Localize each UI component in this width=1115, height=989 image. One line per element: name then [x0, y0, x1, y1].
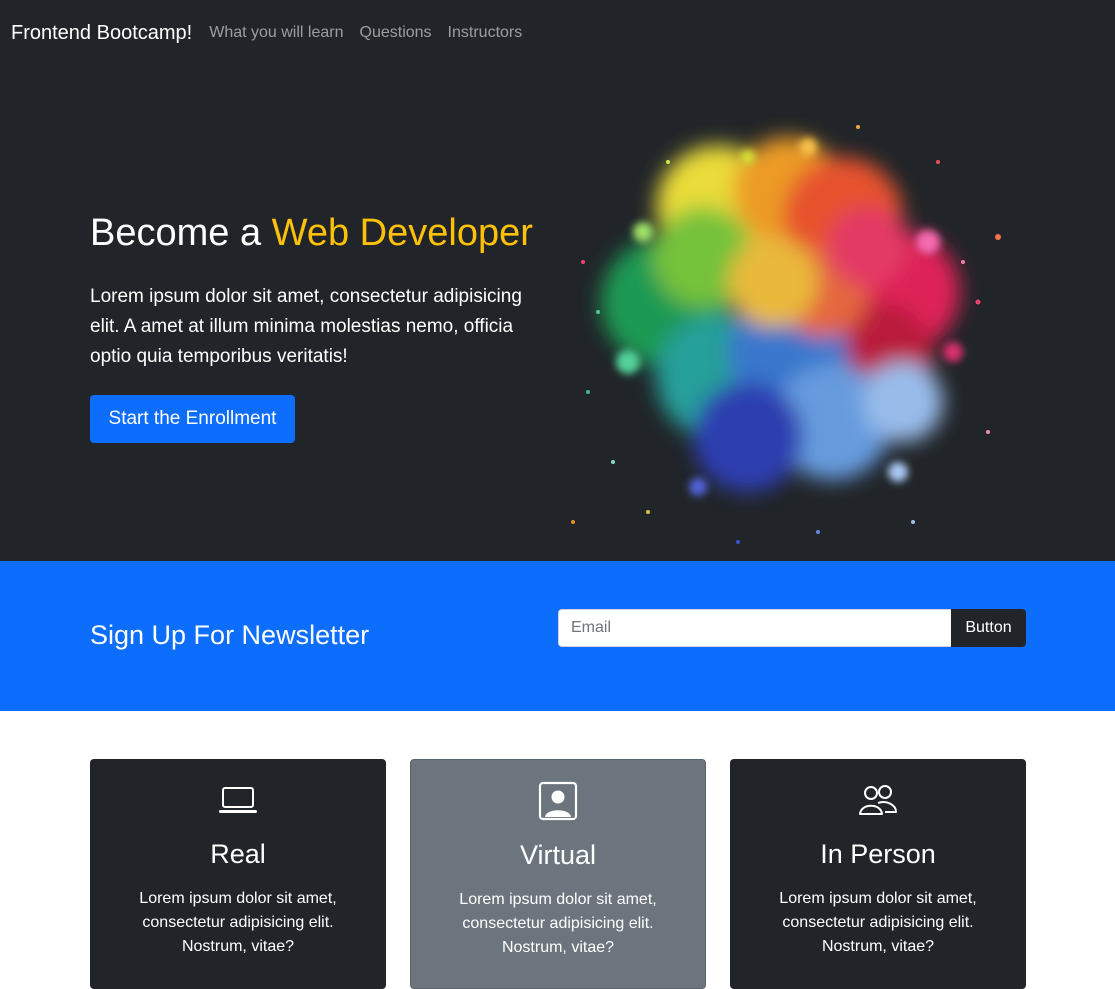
- card-virtual: Virtual Lorem ipsum dolor sit amet, cons…: [410, 759, 706, 989]
- email-input[interactable]: [558, 609, 951, 647]
- card-text: Lorem ipsum dolor sit amet, consectetur …: [139, 890, 337, 955]
- card-real: Real Lorem ipsum dolor sit amet, consect…: [90, 759, 386, 989]
- hero-section: Become a Web Developer Lorem ipsum dolor…: [0, 66, 1115, 561]
- navbar: Frontend Bootcamp! What you will learn Q…: [0, 0, 1115, 66]
- nav-link-instructors[interactable]: Instructors: [448, 24, 523, 42]
- hero-title-prefix: Become a: [90, 212, 262, 254]
- hero-title-accent: Web Developer: [271, 212, 533, 254]
- newsletter-section: Sign Up For Newsletter Button: [0, 561, 1115, 711]
- laptop-icon: [219, 787, 257, 813]
- card-text: Lorem ipsum dolor sit amet, consectetur …: [459, 891, 657, 956]
- card-title: Real: [210, 839, 266, 869]
- card-text: Lorem ipsum dolor sit amet, consectetur …: [779, 890, 977, 955]
- card-title: Virtual: [519, 840, 597, 870]
- hero-description: Lorem ipsum dolor sit amet, consectetur …: [90, 286, 522, 367]
- newsletter-submit-button[interactable]: Button: [951, 609, 1026, 647]
- paint-splash-illustration: [571, 125, 1001, 544]
- nav-link-questions[interactable]: Questions: [360, 24, 432, 42]
- card-in-person: In Person Lorem ipsum dolor sit amet, co…: [730, 759, 1026, 989]
- newsletter-title: Sign Up For Newsletter: [90, 620, 370, 650]
- newsletter-form: Button: [558, 609, 1026, 647]
- nav-link-what-you-will-learn[interactable]: What you will learn: [209, 24, 343, 42]
- navbar-brand[interactable]: Frontend Bootcamp!: [11, 22, 192, 45]
- card-title: In Person: [820, 839, 936, 869]
- hero-title: Become a Web Developer: [90, 212, 533, 255]
- person-square-icon: [538, 781, 578, 821]
- start-enrollment-button[interactable]: Start the Enrollment: [90, 395, 295, 443]
- people-icon: [859, 785, 897, 815]
